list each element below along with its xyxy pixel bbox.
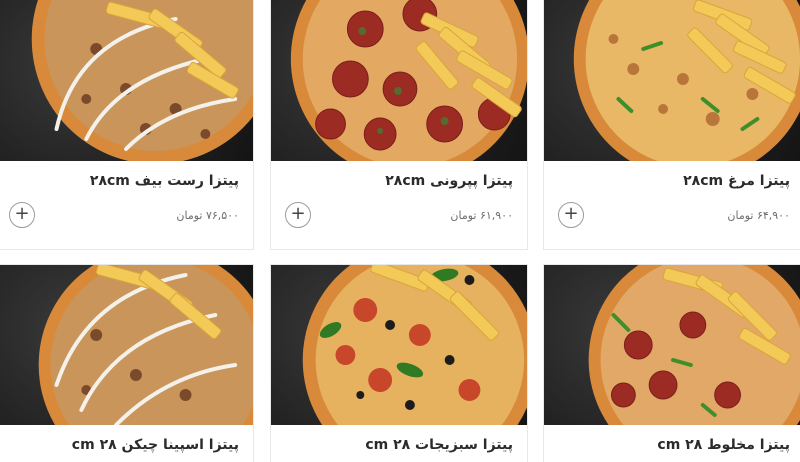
pizza-image[interactable] <box>271 0 527 161</box>
product-title[interactable]: پیتزا سبزیجات ۲۸ cm <box>365 437 513 453</box>
product-price: ۶۱,۹۰۰ تومان <box>450 209 513 222</box>
product-title[interactable]: پیتزا مخلوط ۲۸ cm <box>657 437 790 453</box>
plus-icon: + <box>14 203 30 224</box>
product-price: ۷۶,۵۰۰ تومان <box>176 209 239 222</box>
product-title[interactable]: پیتزا مرغ ۲۸cm <box>683 173 790 189</box>
plus-icon: + <box>290 203 306 224</box>
product-card-spinachchicken[interactable]: پیتزا اسپینا چیکن ۲۸ cm <box>0 264 254 462</box>
add-to-cart-button[interactable]: + <box>9 202 35 228</box>
add-to-cart-button[interactable]: + <box>558 202 584 228</box>
pizza-image[interactable] <box>544 0 800 161</box>
product-grid: پیتزا مرغ ۲۸cm ۶۴,۹۰۰ تومان + پیتزا پپرو… <box>0 0 800 462</box>
product-card-pepperoni[interactable]: پیتزا پپرونی ۲۸cm ۶۱,۹۰۰ تومان + <box>270 0 528 250</box>
pizza-image[interactable] <box>271 265 527 425</box>
product-card-veggie[interactable]: پیتزا سبزیجات ۲۸ cm <box>270 264 528 462</box>
plus-icon: + <box>563 203 579 224</box>
product-title[interactable]: پیتزا رست بیف ۲۸cm <box>90 173 239 189</box>
product-title[interactable]: پیتزا اسپینا چیکن ۲۸ cm <box>72 437 239 453</box>
product-card-chicken[interactable]: پیتزا مرغ ۲۸cm ۶۴,۹۰۰ تومان + <box>543 0 800 250</box>
pizza-image[interactable] <box>544 265 800 425</box>
product-card-mixed[interactable]: پیتزا مخلوط ۲۸ cm <box>543 264 800 462</box>
product-card-roastbeef[interactable]: پیتزا رست بیف ۲۸cm ۷۶,۵۰۰ تومان + <box>0 0 254 250</box>
product-price: ۶۴,۹۰۰ تومان <box>727 209 790 222</box>
product-title[interactable]: پیتزا پپرونی ۲۸cm <box>385 173 513 189</box>
add-to-cart-button[interactable]: + <box>285 202 311 228</box>
pizza-image[interactable] <box>0 0 253 161</box>
pizza-image[interactable] <box>0 265 253 425</box>
